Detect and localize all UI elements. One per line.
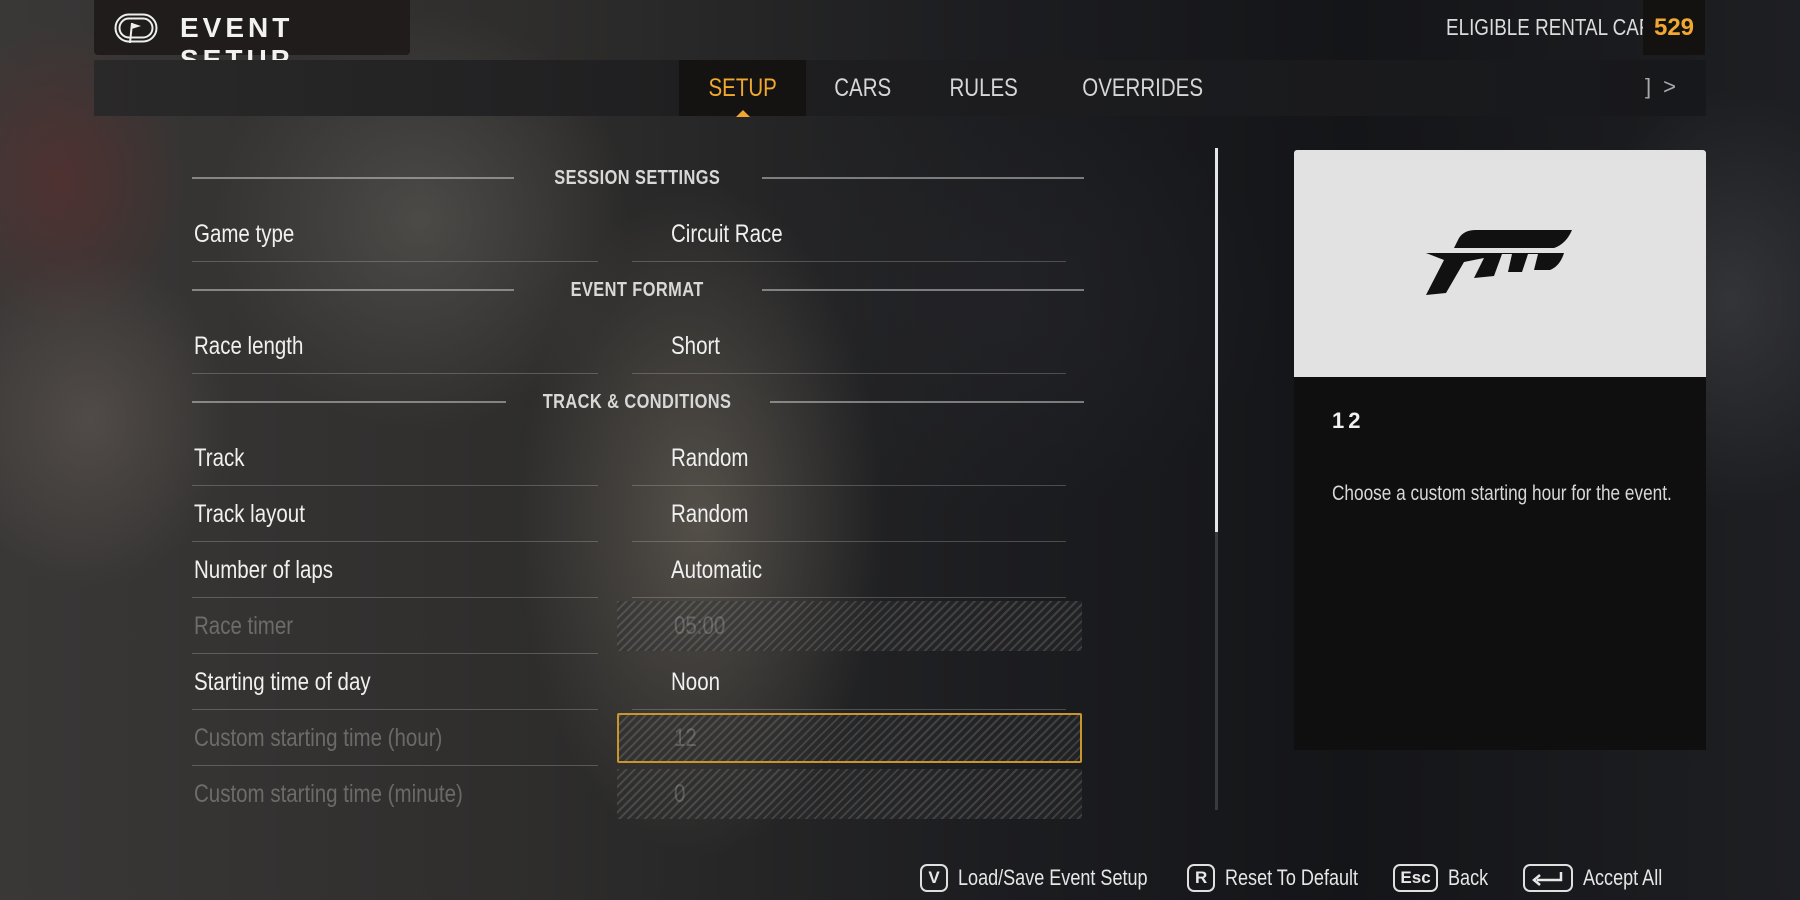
tab-cars-label: CARS <box>834 73 892 102</box>
back-button[interactable]: Esc Back <box>1393 864 1496 892</box>
setting-starting-time-of-day[interactable]: Starting time of day Noon <box>192 654 1082 710</box>
setting-label: Custom starting time (hour) <box>194 724 443 752</box>
page-title-bar: EVENT SETUP <box>94 0 410 75</box>
settings-list: SESSION SETTINGS Game type Circuit Race … <box>192 150 1084 822</box>
tab-overrides[interactable]: OVERRIDES <box>1047 60 1238 116</box>
setting-number-of-laps[interactable]: Number of laps Automatic <box>192 542 1082 598</box>
hint-label: Accept All <box>1582 865 1662 890</box>
selected-value: 12 <box>1332 408 1365 433</box>
chevron-right-icon: > <box>1663 74 1676 99</box>
setting-value: 12 <box>674 724 697 752</box>
hint-label: Load/Save Event Setup <box>958 865 1148 890</box>
tab-bar: SETUP CARS RULES OVERRIDES ] > <box>94 60 1706 117</box>
forza-logo-icon <box>1426 230 1572 295</box>
setting-race-length[interactable]: Race length Short <box>192 318 1082 374</box>
setting-race-timer: Race timer 05:00 <box>192 598 1082 654</box>
setting-value: Random <box>671 500 749 528</box>
tab-cars[interactable]: CARS <box>806 60 919 116</box>
setting-value: Automatic <box>671 556 763 584</box>
tab-overrides-label: OVERRIDES <box>1082 73 1204 102</box>
info-panel: 12 Choose a custom starting hour for the… <box>1294 150 1706 750</box>
r-key-icon: R <box>1187 864 1216 892</box>
setting-custom-starting-hour[interactable]: Custom starting time (hour) 12 <box>192 710 1082 766</box>
load-save-event-setup-button[interactable]: V Load/Save Event Setup <box>920 864 1189 892</box>
section-title: EVENT FORMAT <box>570 278 704 301</box>
section-event-format: EVENT FORMAT <box>192 262 1084 318</box>
eligible-rental-cars-label: ELIGIBLE RENTAL CARS <box>1446 14 1666 40</box>
section-title: TRACK & CONDITIONS <box>542 390 732 413</box>
section-title: SESSION SETTINGS <box>553 166 721 189</box>
scrollbar-thumb[interactable] <box>1215 148 1218 532</box>
eligible-rental-cars: ELIGIBLE RENTAL CARS 529 <box>1420 0 1705 55</box>
setting-label: Race length <box>194 332 304 360</box>
tab-setup[interactable]: SETUP <box>679 60 807 117</box>
setting-label: Custom starting time (minute) <box>194 780 463 808</box>
enter-key-icon <box>1522 864 1573 892</box>
tab-rules-label: RULES <box>949 73 1018 102</box>
accept-all-button[interactable]: Accept All <box>1522 864 1680 892</box>
hint-label: Back <box>1447 865 1488 890</box>
preview-image <box>1294 150 1706 377</box>
button-hints: V Load/Save Event Setup R Reset To Defau… <box>920 858 1705 898</box>
reset-to-default-button[interactable]: R Reset To Default <box>1187 864 1387 892</box>
esc-key-icon: Esc <box>1393 864 1438 892</box>
setting-custom-starting-minute: Custom starting time (minute) 0 <box>192 766 1082 822</box>
setting-label: Number of laps <box>194 556 334 584</box>
section-session-settings: SESSION SETTINGS <box>192 150 1084 206</box>
setting-label: Track <box>194 444 245 472</box>
setting-value: 05:00 <box>674 612 726 640</box>
setting-description: Choose a custom starting hour for the ev… <box>1332 476 1682 512</box>
tab-setup-label: SETUP <box>708 73 777 102</box>
v-key-icon: V <box>920 864 948 892</box>
tab-rules[interactable]: RULES <box>920 60 1047 116</box>
eligible-rental-cars-count: 529 <box>1643 0 1705 55</box>
setting-description-text: Choose a custom starting hour for the ev… <box>1332 482 1672 505</box>
setting-value: Circuit Race <box>671 220 783 248</box>
setting-value: 0 <box>674 780 686 808</box>
scrollbar[interactable] <box>1215 148 1218 810</box>
race-track-flag-icon <box>114 13 158 43</box>
section-track-conditions: TRACK & CONDITIONS <box>192 374 1084 430</box>
right-bumper-icon: ] <box>1645 74 1652 99</box>
setting-label: Track layout <box>194 500 305 528</box>
setting-value: Noon <box>671 668 721 696</box>
setting-label: Race timer <box>194 612 294 640</box>
setting-track[interactable]: Track Random <box>192 430 1082 486</box>
setting-track-layout[interactable]: Track layout Random <box>192 486 1082 542</box>
setting-game-type[interactable]: Game type Circuit Race <box>192 206 1082 262</box>
setting-value: Short <box>671 332 721 360</box>
next-tab-button[interactable]: ] > <box>1645 74 1676 100</box>
setting-label: Starting time of day <box>194 668 371 696</box>
setting-label: Game type <box>194 220 295 248</box>
setting-value: Random <box>671 444 749 472</box>
hint-label: Reset To Default <box>1225 865 1359 890</box>
